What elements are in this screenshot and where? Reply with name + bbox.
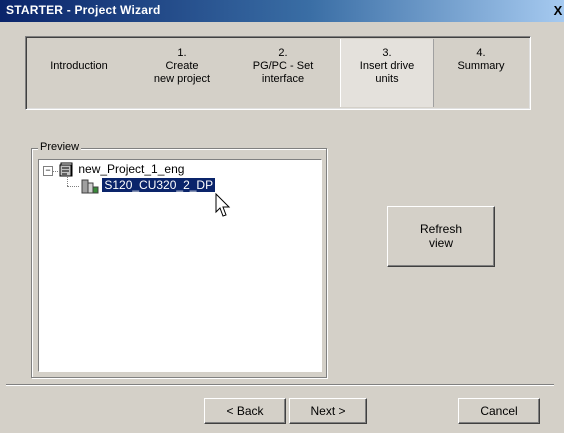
preview-label: Preview [38,141,82,153]
step-number: 1. [177,47,187,59]
step-number: 4. [476,47,486,59]
project-icon [59,162,75,177]
wizard-steps: Introduction 1. Create new project 2. PG… [25,36,531,110]
window-title: STARTER - Project Wizard [6,3,161,17]
tree-node-project[interactable]: new_Project_1_eng [59,162,184,177]
drive-unit-label: S120_CU320_2_DP [102,178,216,193]
step-number: 3. [382,47,392,59]
next-button[interactable]: Next > [289,398,367,424]
tree-connector [67,186,79,187]
step-summary: 4. Summary [436,39,526,107]
tree-connector [67,177,68,186]
preview-tree[interactable]: − new_Project_1_eng S120_CU320_2_DP [38,159,322,372]
back-button[interactable]: < Back [204,398,286,424]
drive-unit-icon [81,178,99,194]
step-label: Introduction [50,60,108,72]
project-label: new_Project_1_eng [78,162,185,176]
step-number: 2. [278,47,288,59]
step-label: Create new project [153,60,211,85]
step-insert-drive-units: 3. Insert drive units [340,39,434,107]
title-bar: STARTER - Project Wizard X [0,0,564,22]
close-icon[interactable]: X [552,2,564,19]
button-separator [6,384,554,386]
preview-group: Preview − new_Project_1_eng S120_CU320_2… [31,141,327,378]
step-set-interface: 2. PG/PC - Set interface [234,39,332,107]
step-label: PG/PC - Set interface [252,60,314,85]
tree-node-drive-unit[interactable]: S120_CU320_2_DP [81,178,216,194]
step-introduction: Introduction [30,39,128,107]
mouse-cursor-icon [215,192,233,219]
tree-connector [53,171,58,172]
step-label: Summary [457,60,505,72]
collapse-icon[interactable]: − [43,166,53,176]
cancel-button[interactable]: Cancel [458,398,540,424]
step-create-project: 1. Create new project [134,39,230,107]
refresh-view-button[interactable]: Refresh view [387,206,495,267]
step-label: Insert drive units [359,60,415,85]
